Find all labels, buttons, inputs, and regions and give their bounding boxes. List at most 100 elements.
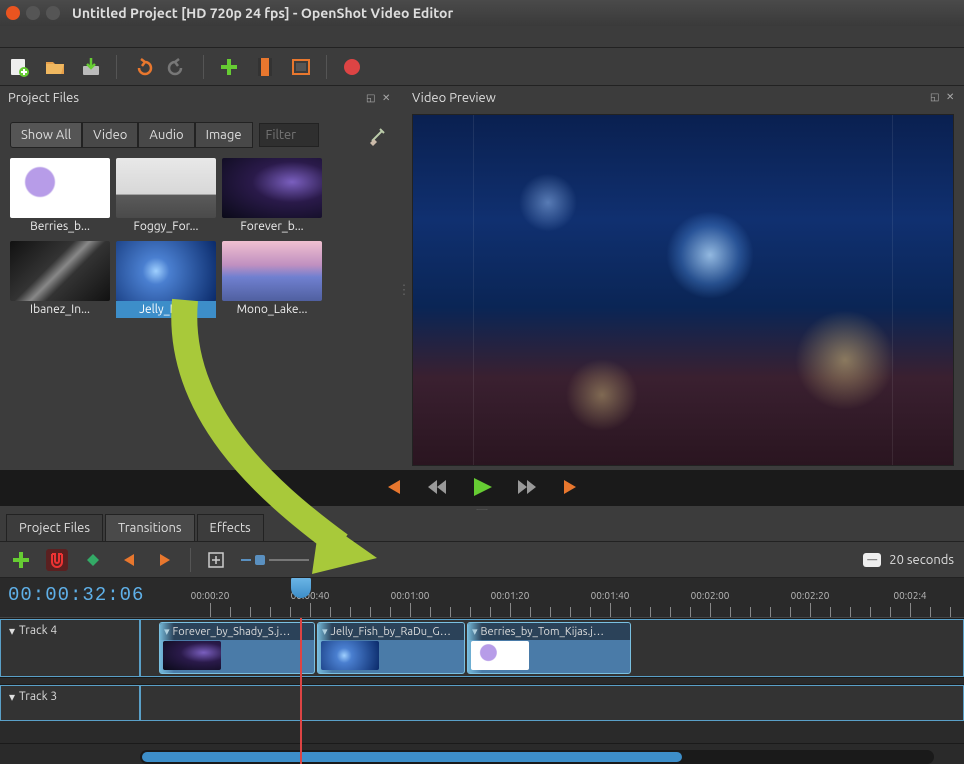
track-4: ▾Track 4 ▾Forever_by_Shady_S.j… ▾Jelly_F… <box>0 618 964 678</box>
track-body[interactable] <box>140 685 964 721</box>
thumbnail-label: Ibanez_In... <box>10 301 110 318</box>
panel-splitter-vertical[interactable]: ⋮ <box>400 110 408 470</box>
snap-icon[interactable] <box>46 549 68 571</box>
video-preview-panel <box>408 110 964 470</box>
new-project-icon[interactable] <box>8 56 30 78</box>
clear-filter-icon[interactable] <box>366 123 390 147</box>
transitions-tab[interactable]: Transitions <box>105 514 195 541</box>
effects-tab[interactable]: Effects <box>197 514 264 541</box>
timeline-ruler[interactable]: 00:00:32:06 00:00:2000:00:4000:01:0000:0… <box>0 578 964 618</box>
tracks-container: ▾Track 4 ▾Forever_by_Shady_S.j… ▾Jelly_F… <box>0 618 964 750</box>
export-icon[interactable] <box>341 56 363 78</box>
ruler-tick-label: 00:01:20 <box>491 590 530 601</box>
media-thumbnail[interactable]: Mono_Lake... <box>222 241 322 318</box>
fast-forward-icon[interactable] <box>516 478 538 499</box>
thumbnail-label: Berries_b... <box>10 218 110 235</box>
thumbnail-image <box>116 158 216 218</box>
window-title: Untitled Project [HD 720p 24 fps] - Open… <box>72 5 453 21</box>
video-tab[interactable]: Video <box>82 122 138 148</box>
show-all-tab[interactable]: Show All <box>10 122 82 148</box>
track-label: Track 4 <box>19 624 57 637</box>
fullscreen-icon[interactable] <box>290 56 312 78</box>
timeline-clip[interactable]: ▾Forever_by_Shady_S.j… <box>159 622 315 674</box>
save-project-icon[interactable] <box>80 56 102 78</box>
thumbnail-label: Forever_b... <box>222 218 322 235</box>
window-titlebar: Untitled Project [HD 720p 24 fps] - Open… <box>0 0 964 26</box>
ruler-tick-label: 00:01:00 <box>391 590 430 601</box>
thumbnail-image <box>10 241 110 301</box>
track-3: ▾Track 3 <box>0 684 964 744</box>
window-maximize-button[interactable] <box>46 6 60 20</box>
clip-thumbnail <box>321 641 379 670</box>
main-toolbar <box>0 48 964 86</box>
clip-title: ▾Berries_by_Tom_Kijas.j… <box>468 623 630 640</box>
timeline-horizontal-scrollbar[interactable] <box>140 750 934 764</box>
preview-canvas[interactable] <box>412 114 954 466</box>
zoom-indicator-icon: — <box>863 553 881 567</box>
panel-float-icon[interactable]: ◱ <box>366 92 378 104</box>
ruler-tick-label: 00:01:40 <box>591 590 630 601</box>
play-icon[interactable] <box>470 476 494 501</box>
panel-float-icon[interactable]: ◱ <box>930 91 942 103</box>
track-header[interactable]: ▾Track 3 <box>0 685 140 721</box>
ruler-tick-label: 00:02:4 <box>893 590 926 601</box>
track-body[interactable]: ▾Forever_by_Shady_S.j… ▾Jelly_Fish_by_Ra… <box>140 619 964 677</box>
media-thumbnails-grid: Berries_b... Foggy_For... Forever_b... Iban… <box>10 158 390 318</box>
track-header[interactable]: ▾Track 4 <box>0 619 140 677</box>
center-playhead-icon[interactable] <box>205 549 227 571</box>
clip-thumbnail <box>163 641 221 670</box>
clip-title: ▾Forever_by_Shady_S.j… <box>160 623 314 640</box>
image-tab[interactable]: Image <box>195 122 253 148</box>
jump-end-icon[interactable] <box>560 478 582 499</box>
media-thumbnail[interactable]: Berries_b... <box>10 158 110 235</box>
zoom-slider[interactable] <box>241 555 309 565</box>
next-marker-icon[interactable] <box>154 549 176 571</box>
playback-controls <box>0 470 964 506</box>
redo-icon[interactable] <box>167 56 189 78</box>
project-files-panel-title: Project Files <box>8 91 79 105</box>
thumbnail-image <box>10 158 110 218</box>
prev-marker-icon[interactable] <box>118 549 140 571</box>
ruler-tick-label: 00:02:20 <box>791 590 830 601</box>
media-thumbnail[interactable]: Jelly_Fis... <box>116 241 216 318</box>
project-files-tab[interactable]: Project Files <box>6 514 103 541</box>
window-minimize-button[interactable] <box>26 6 40 20</box>
jump-start-icon[interactable] <box>382 478 404 499</box>
add-marker-icon[interactable] <box>82 549 104 571</box>
import-files-icon[interactable] <box>218 56 240 78</box>
main-panels-row: Show All Video Audio Image Berries_b... F… <box>0 110 964 470</box>
timeline-clip[interactable]: ▾Berries_by_Tom_Kijas.j… <box>467 622 631 674</box>
media-thumbnail[interactable]: Forever_b... <box>222 158 322 235</box>
track-label: Track 3 <box>19 690 57 703</box>
audio-tab[interactable]: Audio <box>138 122 194 148</box>
profile-icon[interactable] <box>254 56 276 78</box>
rewind-icon[interactable] <box>426 478 448 499</box>
window-close-button[interactable] <box>6 6 20 20</box>
open-project-icon[interactable] <box>44 56 66 78</box>
add-track-icon[interactable] <box>10 549 32 571</box>
video-preview-panel-title: Video Preview <box>412 91 496 105</box>
thumbnail-label: Mono_Lake... <box>222 301 322 318</box>
thumbnail-image <box>222 158 322 218</box>
panel-header-row: Project Files ◱ ✕ Video Preview ◱ ✕ <box>0 86 964 110</box>
zoom-label: 20 seconds <box>889 553 954 567</box>
timeline-clip[interactable]: ▾Jelly_Fish_by_RaDu_G… <box>317 622 465 674</box>
media-thumbnail[interactable]: Foggy_For... <box>116 158 216 235</box>
preview-safe-area <box>473 115 893 465</box>
thumbnail-image <box>116 241 216 301</box>
menubar[interactable] <box>0 26 964 48</box>
playhead-timecode: 00:00:32:06 <box>8 584 144 606</box>
undo-icon[interactable] <box>131 56 153 78</box>
panel-close-icon[interactable]: ✕ <box>382 92 394 104</box>
timeline-area: 00:00:32:06 00:00:2000:00:4000:01:0000:0… <box>0 578 964 764</box>
thumbnail-image <box>222 241 322 301</box>
media-thumbnail[interactable]: Ibanez_In... <box>10 241 110 318</box>
panel-close-icon[interactable]: ✕ <box>946 91 958 103</box>
filter-input[interactable] <box>259 123 319 147</box>
project-files-filter-tabs: Show All Video Audio Image <box>10 122 390 148</box>
scrollbar-thumb[interactable] <box>142 752 682 762</box>
clip-thumbnail <box>471 641 529 670</box>
bottom-panel-tabs: Project Files Transitions Effects <box>0 512 964 542</box>
thumbnail-label: Jelly_Fis... <box>116 301 216 318</box>
ruler-tick-label: 00:00:40 <box>291 590 330 601</box>
